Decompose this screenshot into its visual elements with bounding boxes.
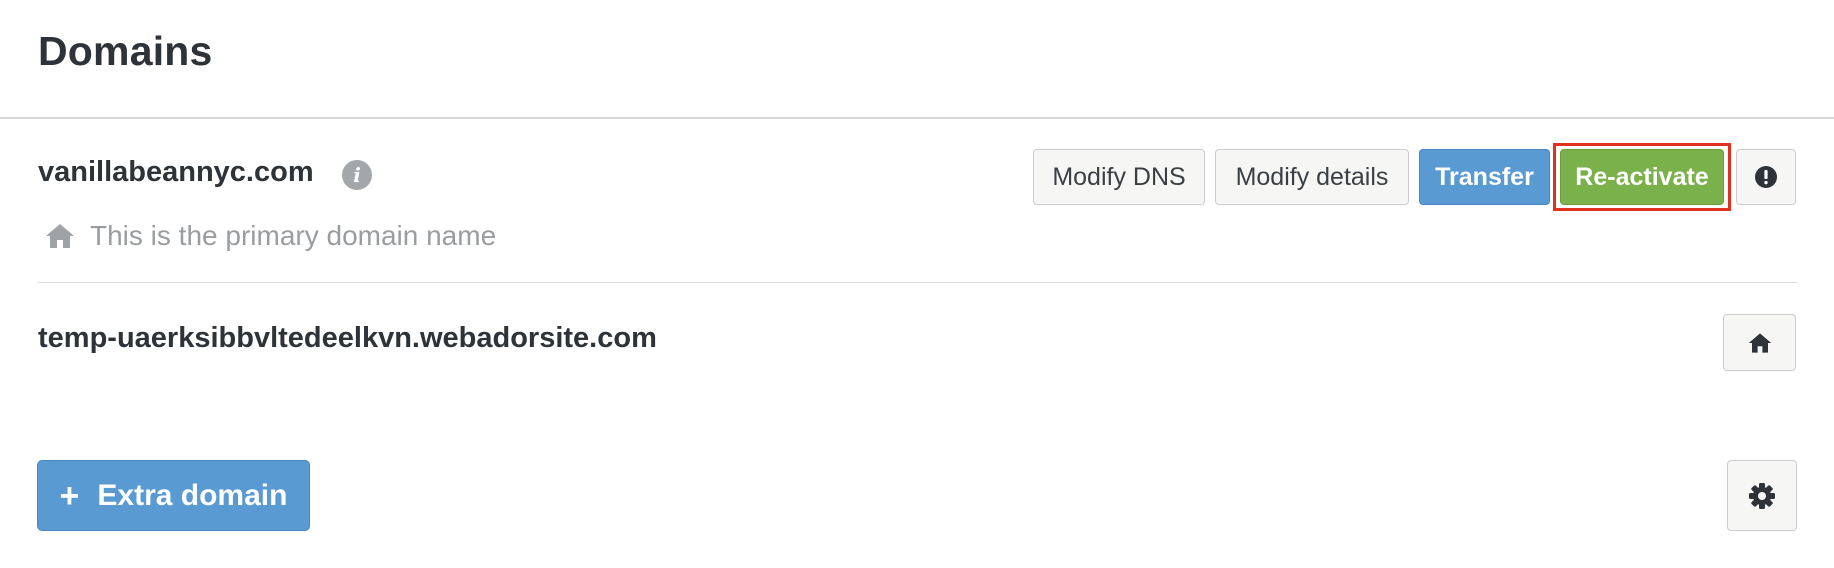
plus-icon: + [59, 476, 80, 515]
modify-dns-button[interactable]: Modify DNS [1033, 149, 1205, 205]
home-icon [46, 224, 74, 248]
row-divider [38, 282, 1797, 283]
primary-domain-label: This is the primary domain name [90, 220, 497, 251]
exclamation-icon [1755, 166, 1777, 188]
add-extra-domain-label: Extra domain [97, 478, 288, 512]
gear-icon [1749, 482, 1775, 509]
header-divider [0, 117, 1834, 119]
transfer-button[interactable]: Transfer [1419, 149, 1550, 205]
reactivate-button[interactable]: Re-activate [1560, 149, 1724, 205]
home-icon [1748, 332, 1771, 353]
add-extra-domain-button[interactable]: + Extra domain [37, 460, 310, 531]
warning-button[interactable] [1736, 149, 1796, 205]
domains-page: Domains vanillabeannyc.com i This is the… [0, 0, 1834, 568]
page-title: Domains [38, 28, 213, 74]
modify-details-button[interactable]: Modify details [1215, 149, 1409, 205]
make-primary-button[interactable] [1723, 314, 1796, 371]
secondary-domain-name: temp-uaerksibbvltedeelkvn.webadorsite.co… [38, 322, 657, 354]
primary-domain-note: This is the primary domain name [44, 220, 496, 252]
info-icon[interactable]: i [342, 160, 372, 190]
settings-button[interactable] [1727, 460, 1797, 531]
primary-domain-name: vanillabeannyc.com [38, 156, 314, 188]
